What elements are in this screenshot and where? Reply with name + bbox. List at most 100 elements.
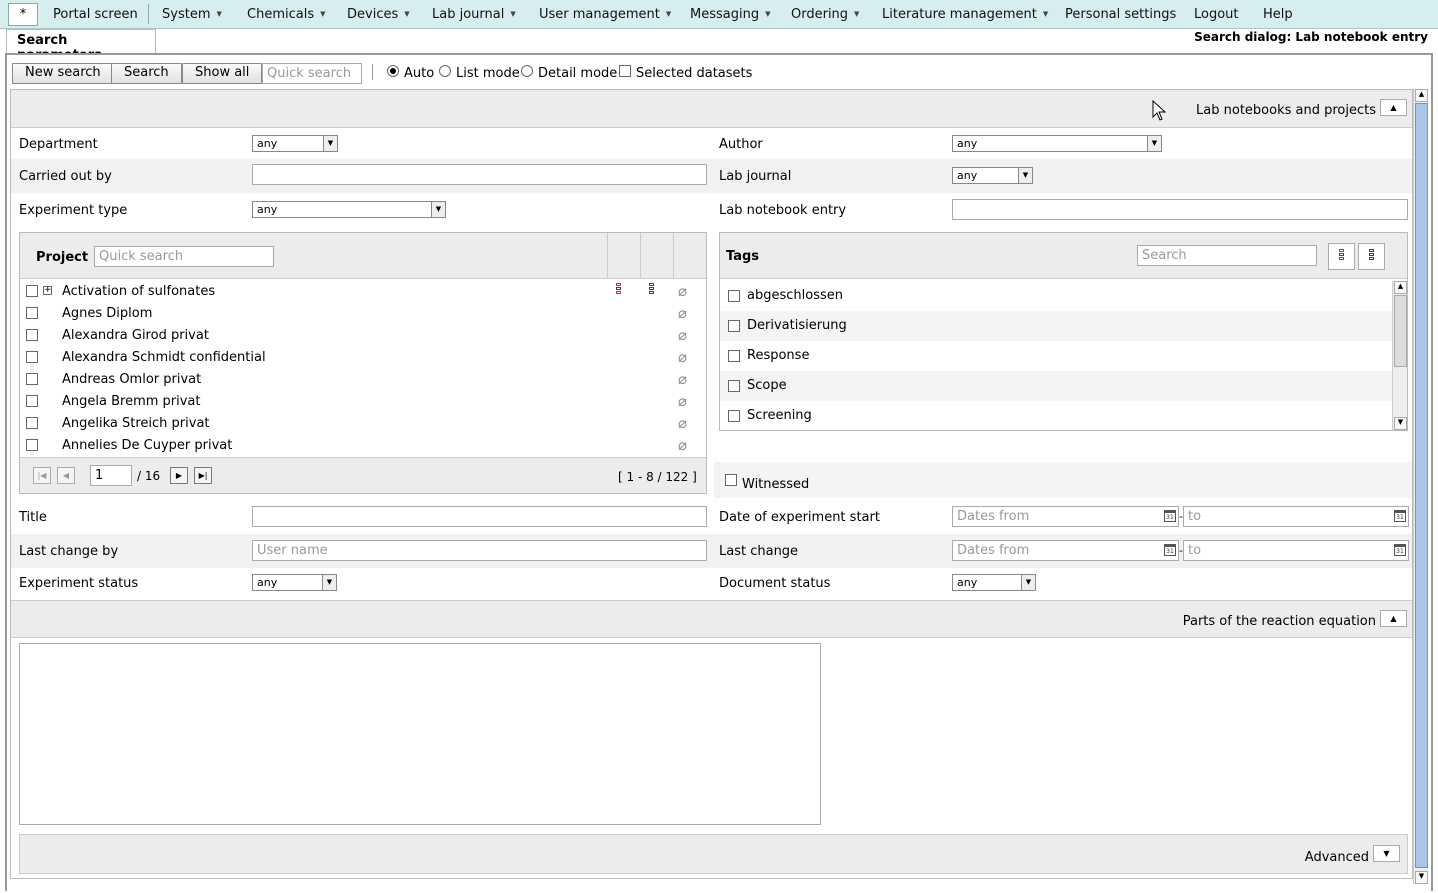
section-reaction-equation-header[interactable]: Parts of the reaction equation ▲: [11, 600, 1412, 638]
calendar-icon[interactable]: 31: [1164, 544, 1176, 556]
paperclip-icon[interactable]: ⌀: [678, 304, 687, 322]
scroll-thumb[interactable]: [1394, 295, 1407, 367]
project-checkbox[interactable]: [26, 395, 38, 407]
selected-datasets-checkbox[interactable]: [619, 65, 631, 77]
project-row[interactable]: + Activation of sulfonates ⌀: [20, 281, 705, 303]
calendar-icon[interactable]: 31: [1394, 544, 1406, 556]
lab-journal-select[interactable]: any ▼: [952, 167, 1033, 184]
last-change-from-input[interactable]: Dates from 31: [952, 540, 1179, 561]
carried-out-by-input[interactable]: [252, 164, 707, 185]
author-select[interactable]: any ▼: [952, 135, 1162, 152]
project-row[interactable]: Annelies De Cuyper privat ⌀: [20, 435, 705, 457]
paperclip-icon[interactable]: ⌀: [678, 436, 687, 454]
project-checkbox[interactable]: [26, 439, 38, 451]
tag-checkbox[interactable]: [728, 380, 740, 392]
date-start-from-input[interactable]: Dates from 31: [952, 506, 1179, 527]
tag-item[interactable]: Response: [720, 341, 1393, 371]
project-checkbox[interactable]: [26, 417, 38, 429]
calendar-icon[interactable]: 31: [1394, 510, 1406, 522]
tab-search-parameters[interactable]: Search parameters: [6, 29, 156, 63]
paperclip-icon[interactable]: ⌀: [678, 370, 687, 388]
title-input[interactable]: [252, 506, 707, 527]
menu-chemicals[interactable]: Chemicals ▼: [247, 7, 325, 22]
date-start-to-input[interactable]: to 31: [1183, 506, 1409, 527]
paperclip-icon[interactable]: ⌀: [678, 326, 687, 344]
experiment-status-select[interactable]: any ▼: [252, 574, 337, 591]
last-change-by-input[interactable]: User name: [252, 540, 707, 561]
paperclip-icon[interactable]: ⌀: [678, 348, 687, 366]
first-page-icon[interactable]: |◀: [33, 467, 51, 484]
select-all-tags-button[interactable]: [1328, 243, 1355, 270]
expand-plus-icon[interactable]: +: [43, 286, 52, 295]
experiment-type-select[interactable]: any ▼: [252, 201, 446, 218]
scroll-thumb[interactable]: [1415, 103, 1428, 868]
menu-ordering[interactable]: Ordering ▼: [791, 7, 859, 22]
list-mode-radio[interactable]: [439, 65, 451, 77]
section-lab-notebooks-header[interactable]: Lab notebooks and projects ▲: [11, 90, 1412, 128]
tag-checkbox[interactable]: [728, 410, 740, 422]
tag-item[interactable]: Scope: [720, 371, 1393, 401]
prev-page-icon[interactable]: ◀: [57, 467, 75, 484]
expand-down-icon[interactable]: ▼: [1373, 845, 1400, 862]
menu-messaging[interactable]: Messaging ▼: [690, 7, 770, 22]
calendar-icon[interactable]: 31: [1164, 510, 1176, 522]
scroll-down-icon[interactable]: ▼: [1394, 417, 1407, 430]
paperclip-icon[interactable]: ⌀: [678, 392, 687, 410]
menu-lab-journal[interactable]: Lab journal ▼: [432, 7, 516, 22]
last-change-to-input[interactable]: to 31: [1183, 540, 1409, 561]
project-checkbox[interactable]: [26, 351, 38, 363]
tag-item[interactable]: Derivatisierung: [720, 311, 1393, 341]
tags-scrollbar[interactable]: ▲ ▼: [1392, 281, 1407, 430]
select-all-subprojects-icon[interactable]: [616, 283, 622, 297]
project-checkbox[interactable]: [26, 307, 38, 319]
project-row[interactable]: Andreas Omlor privat ⌀: [20, 369, 705, 391]
witnessed-checkbox[interactable]: [725, 474, 737, 486]
search-button[interactable]: Search: [111, 63, 182, 84]
menu-system[interactable]: System ▼: [162, 7, 222, 22]
tag-item[interactable]: Screening: [720, 401, 1393, 430]
paperclip-icon[interactable]: ⌀: [678, 282, 687, 300]
project-checkbox[interactable]: [26, 329, 38, 341]
page-number-input[interactable]: 1: [90, 465, 132, 486]
project-row[interactable]: Alexandra Schmidt confidential ⌀: [20, 347, 705, 369]
project-row[interactable]: Alexandra Girod privat ⌀: [20, 325, 705, 347]
project-row[interactable]: Angelika Streich privat ⌀: [20, 413, 705, 435]
paperclip-icon[interactable]: ⌀: [678, 414, 687, 432]
menu-portal-screen[interactable]: Portal screen: [53, 7, 138, 22]
collapse-up-icon[interactable]: ▲: [1380, 610, 1407, 627]
project-row[interactable]: Angela Bremm privat ⌀: [20, 391, 705, 413]
detail-mode-radio[interactable]: [521, 65, 533, 77]
tags-search-input[interactable]: Search: [1137, 245, 1317, 266]
tag-checkbox[interactable]: [728, 290, 740, 302]
project-row[interactable]: Agnes Diplom ⌀: [20, 303, 705, 325]
deselect-all-tags-button[interactable]: [1358, 243, 1385, 270]
department-select[interactable]: any ▼: [252, 135, 338, 152]
project-checkbox[interactable]: [26, 373, 38, 385]
lab-notebook-entry-input[interactable]: [952, 199, 1408, 220]
menu-devices[interactable]: Devices ▼: [347, 7, 410, 22]
menu-user-management[interactable]: User management ▼: [539, 7, 671, 22]
new-search-button[interactable]: New search: [12, 63, 114, 84]
tag-item[interactable]: abgeschlossen: [720, 281, 1393, 311]
last-page-icon[interactable]: ▶|: [194, 467, 212, 484]
scroll-down-icon[interactable]: ▼: [1415, 871, 1428, 884]
tag-checkbox[interactable]: [728, 350, 740, 362]
collapse-up-icon[interactable]: ▲: [1380, 99, 1407, 116]
document-status-select[interactable]: any ▼: [952, 574, 1036, 591]
menu-literature-management[interactable]: Literature management ▼: [882, 7, 1048, 22]
show-all-button[interactable]: Show all: [182, 63, 263, 84]
scroll-up-icon[interactable]: ▲: [1394, 281, 1407, 294]
menu-personal-settings[interactable]: Personal settings: [1065, 7, 1176, 22]
advanced-section-header[interactable]: Advanced ▼: [19, 834, 1408, 874]
main-scrollbar[interactable]: ▲ ▼: [1413, 89, 1428, 884]
menu-help[interactable]: Help: [1263, 7, 1293, 22]
scroll-up-icon[interactable]: ▲: [1415, 89, 1428, 102]
auto-radio[interactable]: [387, 65, 399, 77]
project-quick-search-input[interactable]: Quick search: [94, 246, 274, 267]
home-star-button[interactable]: *: [8, 3, 38, 26]
quick-search-input[interactable]: Quick search: [262, 63, 362, 84]
reaction-equation-editor[interactable]: [19, 643, 821, 825]
project-checkbox[interactable]: [26, 285, 38, 297]
next-page-icon[interactable]: ▶: [170, 467, 188, 484]
deselect-subprojects-icon[interactable]: [649, 283, 655, 297]
